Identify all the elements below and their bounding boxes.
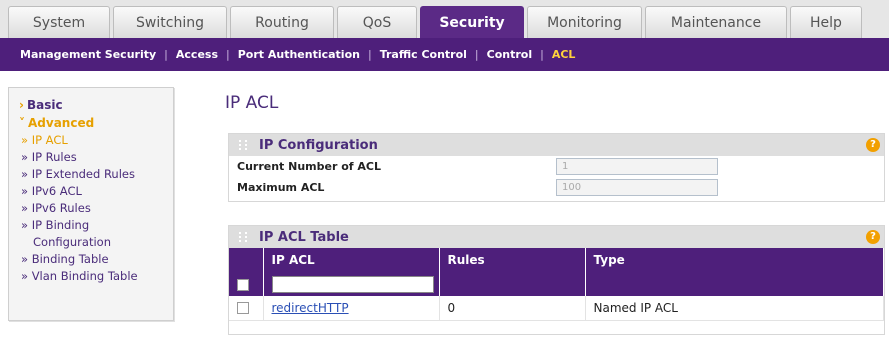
current-acl-label: Current Number of ACL	[237, 160, 381, 173]
subnav-management-security[interactable]: Management Security	[20, 48, 156, 61]
column-header-type: Type	[585, 248, 884, 272]
panel-header: IP ACL Table ?	[229, 226, 884, 248]
chevron-down-icon: ˅	[19, 116, 25, 130]
ip-configuration-panel: IP Configuration ? Current Number of ACL…	[228, 133, 885, 202]
table-header-row: IP ACL Rules Type	[229, 248, 884, 272]
subnav-separator: |	[164, 48, 168, 61]
maximum-acl-row: Maximum ACL 100	[229, 177, 884, 198]
sidebar-item-ip-binding[interactable]: » IP Binding	[19, 217, 173, 234]
help-icon[interactable]: ?	[866, 138, 880, 152]
tab-help[interactable]: Help	[790, 6, 862, 38]
subnav-separator: |	[474, 48, 479, 61]
sidebar-item-ip-rules[interactable]: » IP Rules	[19, 149, 173, 166]
tab-switching[interactable]: Switching	[113, 6, 227, 38]
subnav-separator: |	[367, 48, 372, 61]
sidebar: › Basic ˅ Advanced » IP ACL » IP Rules » I…	[8, 87, 174, 321]
grip-icon	[239, 140, 247, 150]
help-icon[interactable]: ?	[866, 230, 880, 244]
ip-acl-table-panel: IP ACL Table ? IP ACL Rules Type redirec…	[228, 225, 885, 335]
column-header-rules: Rules	[439, 248, 586, 272]
sidebar-item-ipv6-rules[interactable]: » IPv6 Rules	[19, 200, 173, 217]
subnav-separator: |	[226, 48, 230, 61]
top-tab-bar: System Switching Routing QoS Security Mo…	[0, 0, 889, 38]
ip-acl-input[interactable]	[271, 275, 434, 293]
tab-system[interactable]: System	[8, 6, 110, 38]
column-header-ip-acl: IP ACL	[263, 248, 440, 272]
table-cell	[229, 296, 264, 321]
subnav-traffic-control[interactable]: Traffic Control	[380, 48, 467, 61]
rules-cell: 0	[439, 296, 586, 321]
current-acl-value: 1	[556, 158, 718, 175]
sidebar-item-advanced[interactable]: ˅ Advanced	[19, 114, 173, 132]
sidebar-item-binding-table[interactable]: » Binding Table	[19, 251, 173, 268]
page-title: IP ACL	[225, 93, 279, 113]
subnav-control[interactable]: Control	[487, 48, 532, 61]
subnav-port-authentication[interactable]: Port Authentication	[238, 48, 360, 61]
add-row	[229, 272, 884, 296]
subnav-acl[interactable]: ACL	[552, 48, 576, 61]
tab-monitoring[interactable]: Monitoring	[527, 6, 642, 38]
sidebar-item-ip-acl[interactable]: » IP ACL	[19, 132, 173, 149]
current-acl-row: Current Number of ACL 1	[229, 156, 884, 177]
sub-navigation: Management Security | Access | Port Auth…	[0, 38, 889, 71]
row-checkbox[interactable]	[237, 302, 249, 315]
select-all-checkbox[interactable]	[237, 278, 249, 291]
table-cell	[229, 272, 264, 296]
type-cell: Named IP ACL	[585, 296, 884, 321]
table-cell: redirectHTTP	[263, 296, 440, 321]
grip-icon	[239, 232, 247, 242]
table-row: redirectHTTP 0 Named IP ACL	[229, 296, 884, 321]
sidebar-item-ipv6-acl[interactable]: » IPv6 ACL	[19, 183, 173, 200]
panel-header: IP Configuration ?	[229, 134, 884, 156]
subnav-access[interactable]: Access	[176, 48, 218, 61]
acl-name-link[interactable]: redirectHTTP	[272, 301, 349, 315]
panel-title: IP Configuration	[259, 137, 378, 153]
maximum-acl-label: Maximum ACL	[237, 181, 325, 194]
chevron-right-icon: ›	[19, 98, 24, 112]
ip-acl-table: IP ACL Rules Type redirectHTTP 0 Named I…	[229, 248, 884, 321]
select-column-header	[229, 248, 264, 272]
panel-title: IP ACL Table	[259, 229, 349, 245]
table-cell	[263, 272, 440, 296]
maximum-acl-value: 100	[556, 179, 718, 196]
sidebar-item-ip-extended-rules[interactable]: » IP Extended Rules	[19, 166, 173, 183]
table-cell	[585, 272, 884, 296]
subnav-separator: |	[540, 48, 544, 61]
tab-qos[interactable]: QoS	[337, 6, 417, 38]
sidebar-item-ip-binding-configuration[interactable]: Configuration	[19, 234, 173, 251]
table-cell	[439, 272, 586, 296]
tab-security[interactable]: Security	[420, 6, 524, 38]
tab-routing[interactable]: Routing	[230, 6, 334, 38]
sidebar-item-label: Advanced	[28, 116, 95, 130]
sidebar-item-label: Basic	[26, 98, 63, 112]
sidebar-item-vlan-binding-table[interactable]: » Vlan Binding Table	[19, 268, 173, 285]
sidebar-item-basic[interactable]: › Basic	[19, 96, 173, 114]
tab-maintenance[interactable]: Maintenance	[645, 6, 787, 38]
